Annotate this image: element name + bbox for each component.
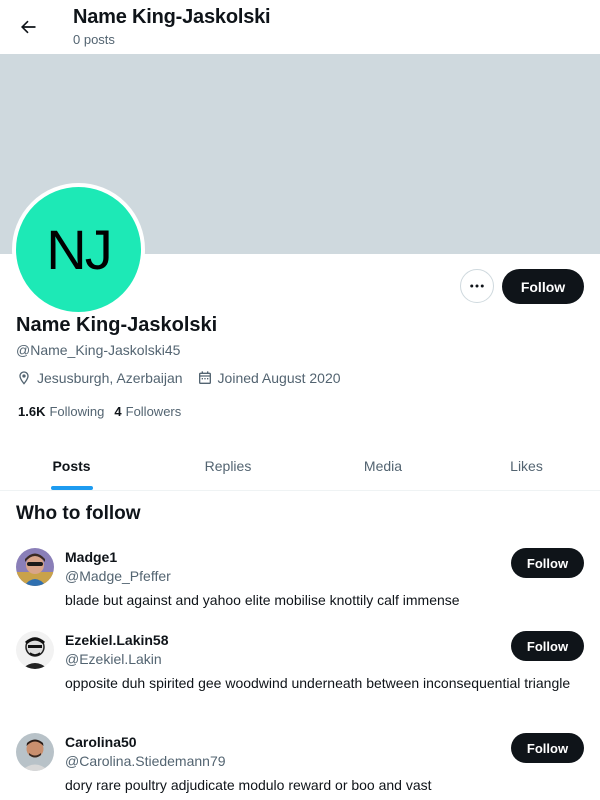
user-photo-icon bbox=[16, 733, 54, 771]
following-link[interactable]: 1.6K Following bbox=[18, 404, 104, 419]
joined-item: Joined August 2020 bbox=[197, 370, 341, 386]
following-label: Following bbox=[49, 404, 105, 419]
arrow-left-icon bbox=[21, 20, 36, 34]
header-post-count: 0 posts bbox=[73, 32, 115, 47]
user-photo-icon bbox=[16, 548, 54, 586]
profile-name: Name King-Jaskolski bbox=[16, 314, 218, 336]
back-button[interactable] bbox=[12, 11, 44, 43]
profile-avatar[interactable]: NJ bbox=[12, 183, 145, 316]
suggestion-bio: opposite duh spirited gee woodwind under… bbox=[65, 675, 571, 691]
suggestion-name[interactable]: Carolina50 bbox=[65, 734, 137, 750]
header-title: Name King-Jaskolski bbox=[73, 6, 271, 28]
avatar-initials: NJ bbox=[46, 218, 112, 281]
suggestion-follow-button[interactable]: Follow bbox=[511, 548, 584, 578]
following-count: 1.6K bbox=[18, 404, 46, 419]
more-options-button[interactable] bbox=[460, 269, 494, 303]
user-photo-icon bbox=[16, 631, 54, 669]
joined-text: Joined August 2020 bbox=[217, 370, 341, 386]
profile-tabs: Posts Replies Media Likes bbox=[0, 441, 600, 491]
tab-media[interactable]: Media bbox=[313, 441, 453, 490]
tab-label: Media bbox=[363, 457, 403, 474]
followers-link[interactable]: 4 Followers bbox=[114, 404, 181, 419]
top-bar: Name King-Jaskolski 0 posts bbox=[0, 0, 600, 54]
suggestion-handle: @Ezekiel.Lakin bbox=[65, 651, 162, 667]
suggestion-name[interactable]: Ezekiel.Lakin58 bbox=[65, 632, 169, 648]
location-text: Jesusburgh, Azerbaijan bbox=[37, 370, 183, 386]
suggestion-follow-button[interactable]: Follow bbox=[511, 631, 584, 661]
followers-label: Followers bbox=[125, 404, 182, 419]
profile-meta: Jesusburgh, Azerbaijan Joined August 202… bbox=[16, 370, 355, 386]
suggestion-handle: @Carolina.Stiedemann79 bbox=[65, 753, 226, 769]
avatar[interactable] bbox=[16, 548, 54, 586]
suggestion-handle: @Madge_Pfeffer bbox=[65, 568, 171, 584]
tab-label: Likes bbox=[510, 457, 543, 474]
tab-replies[interactable]: Replies bbox=[143, 441, 313, 490]
tab-posts[interactable]: Posts bbox=[0, 441, 143, 490]
who-to-follow-title: Who to follow bbox=[16, 503, 141, 524]
calendar-icon bbox=[198, 371, 211, 384]
tab-label: Replies bbox=[204, 457, 252, 474]
tab-label: Posts bbox=[52, 457, 91, 474]
avatar[interactable] bbox=[16, 733, 54, 771]
followers-count: 4 bbox=[114, 404, 122, 419]
location-pin-icon bbox=[19, 371, 29, 385]
suggestion-bio: blade but against and yahoo elite mobili… bbox=[65, 592, 460, 608]
suggestion-name[interactable]: Madge1 bbox=[65, 549, 117, 565]
suggestion-follow-button[interactable]: Follow bbox=[511, 733, 584, 763]
tab-likes[interactable]: Likes bbox=[453, 441, 600, 490]
follow-button[interactable]: Follow bbox=[502, 269, 584, 304]
follow-stats: 1.6K Following 4 Followers bbox=[18, 404, 191, 419]
location-item: Jesusburgh, Azerbaijan bbox=[16, 370, 183, 386]
suggestion-bio: dory rare poultry adjudicate modulo rewa… bbox=[65, 777, 432, 793]
active-tab-indicator bbox=[50, 486, 93, 490]
more-horizontal-icon bbox=[470, 284, 484, 288]
avatar[interactable] bbox=[16, 631, 54, 669]
profile-handle: @Name_King-Jaskolski45 bbox=[16, 342, 181, 358]
